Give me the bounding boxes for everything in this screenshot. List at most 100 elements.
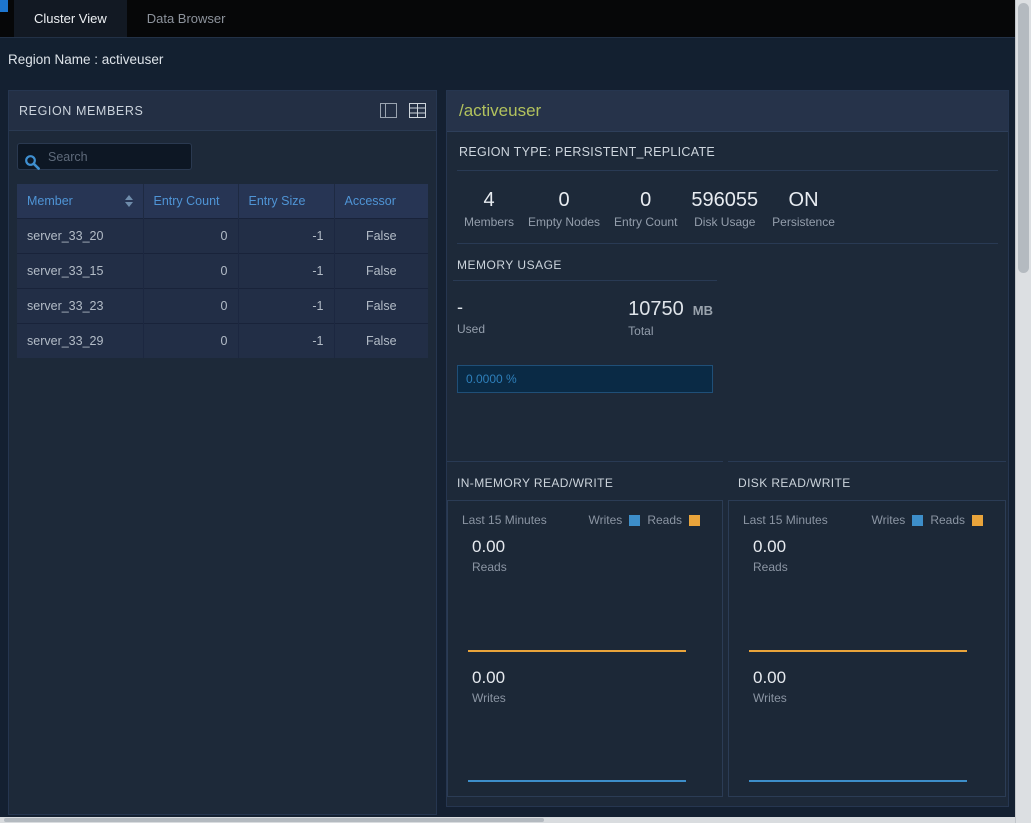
- horizontal-scrollbar-thumb[interactable]: [4, 818, 544, 822]
- inmemory-chart: Last 15 Minutes Writes Reads 0.00 Reads …: [447, 500, 723, 797]
- reads-label: Reads: [753, 560, 991, 574]
- entry-count-cell: 0: [143, 324, 238, 359]
- table-row[interactable]: server_33_29 0 -1 False: [17, 324, 428, 359]
- members-table-header: Member Entry Count Entry Size Accessor: [17, 184, 428, 219]
- horizontal-scrollbar[interactable]: [0, 817, 1015, 823]
- reads-value: 0.00: [753, 537, 991, 557]
- column-header-entry-count[interactable]: Entry Count: [143, 184, 238, 219]
- stat-value: 0: [558, 189, 569, 211]
- region-detail-panel: /activeuser REGION TYPE: PERSISTENT_REPL…: [446, 90, 1009, 807]
- memory-total-value: 10750: [628, 297, 684, 321]
- search-icon: [24, 154, 40, 170]
- memory-used-block: - Used: [457, 297, 485, 338]
- table-row[interactable]: server_33_23 0 -1 False: [17, 289, 428, 324]
- member-cell: server_33_15: [17, 254, 143, 289]
- reads-color-swatch: [689, 515, 700, 526]
- memory-usage-section: MEMORY USAGE - Used 10750 Total MB: [447, 244, 723, 462]
- writes-value: 0.00: [753, 668, 991, 688]
- stat-value: 0: [640, 189, 651, 211]
- member-cell: server_33_23: [17, 289, 143, 324]
- stat-value: ON: [789, 189, 819, 211]
- detail-grid: MEMORY USAGE - Used 10750 Total MB: [447, 244, 1008, 797]
- view-toggle-group: [380, 103, 426, 118]
- memory-total-label: Total: [628, 324, 684, 338]
- memory-unit: MB: [693, 297, 713, 338]
- stat-empty-nodes: 0 Empty Nodes: [521, 189, 607, 229]
- sort-icon[interactable]: [125, 195, 133, 207]
- region-name-row: Region Name : activeuser: [0, 38, 1015, 80]
- chart-legend: Writes Reads: [872, 513, 991, 527]
- grid-view-icon[interactable]: [409, 103, 426, 118]
- writes-label: Writes: [753, 691, 991, 705]
- stat-entry-count: 0 Entry Count: [607, 189, 684, 229]
- split-view-icon[interactable]: [380, 103, 397, 118]
- legend-reads-label: Reads: [930, 513, 965, 527]
- main-area: REGION MEMBERS: [0, 80, 1015, 815]
- stat-members: 4 Members: [457, 189, 521, 229]
- stat-persistence: ON Persistence: [765, 189, 842, 229]
- reads-color-swatch: [972, 515, 983, 526]
- column-header-member-label: Member: [27, 194, 73, 208]
- stat-value: 596055: [691, 189, 758, 211]
- reads-label: Reads: [472, 560, 708, 574]
- disk-chart-title: DISK READ/WRITE: [728, 462, 1006, 500]
- period-label: Last 15 Minutes: [462, 513, 547, 527]
- stat-disk-usage: 596055 Disk Usage: [684, 189, 765, 229]
- stat-label: Disk Usage: [694, 215, 755, 229]
- reads-value: 0.00: [472, 537, 708, 557]
- memory-usage-title: MEMORY USAGE: [453, 244, 717, 281]
- accessor-cell: False: [334, 219, 428, 254]
- tab-cluster-view[interactable]: Cluster View: [14, 0, 127, 37]
- region-members-title: REGION MEMBERS: [19, 104, 143, 118]
- table-row[interactable]: server_33_20 0 -1 False: [17, 219, 428, 254]
- accessor-cell: False: [334, 289, 428, 324]
- writes-color-swatch: [912, 515, 923, 526]
- column-header-entry-size[interactable]: Entry Size: [238, 184, 334, 219]
- stat-label: Empty Nodes: [528, 215, 600, 229]
- column-header-member[interactable]: Member: [17, 184, 143, 219]
- app-window: Cluster View Data Browser Region Name : …: [0, 0, 1015, 817]
- memory-used-label: Used: [457, 322, 485, 336]
- legend-writes-label: Writes: [872, 513, 906, 527]
- accessor-cell: False: [334, 254, 428, 289]
- stat-label: Members: [464, 215, 514, 229]
- region-name-label: Region Name : activeuser: [8, 52, 163, 67]
- period-label: Last 15 Minutes: [743, 513, 828, 527]
- entry-size-cell: -1: [238, 289, 334, 324]
- vertical-scrollbar[interactable]: [1015, 0, 1031, 823]
- accessor-cell: False: [334, 324, 428, 359]
- corner-accent: [0, 0, 8, 12]
- entry-size-cell: -1: [238, 219, 334, 254]
- entry-count-cell: 0: [143, 219, 238, 254]
- search-input[interactable]: [17, 143, 192, 170]
- inmemory-chart-title: IN-MEMORY READ/WRITE: [447, 462, 723, 500]
- empty-cell: [728, 244, 1006, 462]
- region-type-label: REGION TYPE: PERSISTENT_REPLICATE: [457, 132, 998, 171]
- writes-sparkline: [749, 780, 967, 782]
- chart-legend: Writes Reads: [589, 513, 708, 527]
- memory-total-block: 10750 Total: [628, 297, 684, 338]
- reads-sparkline: [749, 650, 967, 652]
- member-cell: server_33_29: [17, 324, 143, 359]
- table-row[interactable]: server_33_15 0 -1 False: [17, 254, 428, 289]
- members-table: Member Entry Count Entry Size Accessor s…: [17, 184, 428, 358]
- stat-label: Entry Count: [614, 215, 677, 229]
- writes-value: 0.00: [472, 668, 708, 688]
- legend-reads-label: Reads: [647, 513, 682, 527]
- memory-progress-bar: 0.0000 %: [457, 365, 713, 393]
- memory-used-value: -: [457, 297, 485, 319]
- region-stats-row: 4 Members 0 Empty Nodes 0 Entry Count 59…: [457, 171, 998, 244]
- disk-chart: Last 15 Minutes Writes Reads 0.00 Reads …: [728, 500, 1006, 797]
- entry-count-cell: 0: [143, 254, 238, 289]
- legend-writes-label: Writes: [589, 513, 623, 527]
- column-header-accessor[interactable]: Accessor: [334, 184, 428, 219]
- stat-value: 4: [483, 189, 494, 211]
- vertical-scrollbar-thumb[interactable]: [1018, 3, 1029, 273]
- page-title: /activeuser: [459, 101, 541, 121]
- region-members-panel: REGION MEMBERS: [8, 90, 437, 815]
- writes-color-swatch: [629, 515, 640, 526]
- tab-data-browser[interactable]: Data Browser: [127, 0, 246, 37]
- writes-label: Writes: [472, 691, 708, 705]
- entry-count-cell: 0: [143, 289, 238, 324]
- region-detail-header: /activeuser: [447, 91, 1008, 132]
